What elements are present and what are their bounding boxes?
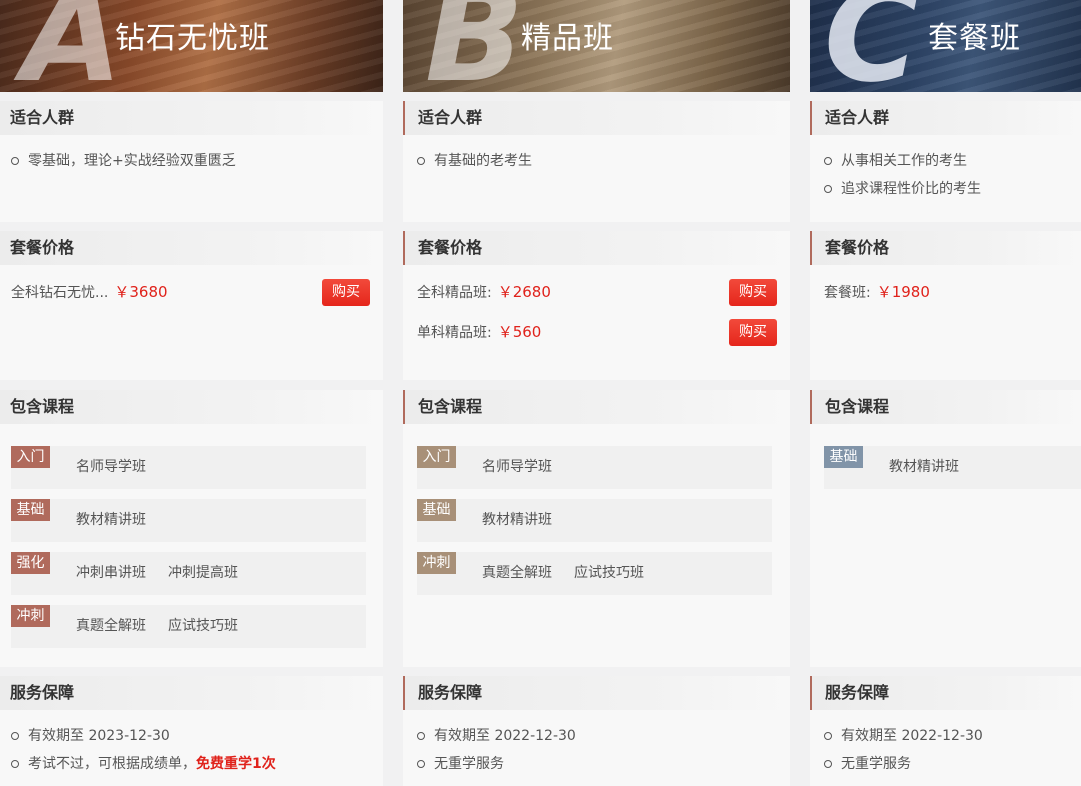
section-heading: 包含课程 [810, 390, 1081, 424]
section-heading: 适合人群 [810, 101, 1081, 135]
buy-button[interactable]: 购买 [729, 319, 777, 346]
audience-item: 有基础的老考生 [417, 147, 790, 175]
course-level-tag: 入门 [11, 446, 50, 468]
package-comparison: A 钻石无忧班 适合人群 零基础，理论+实战经验双重匮乏 套餐价格 全科钻石无忧… [0, 0, 1081, 786]
price-label: 全科精品班: [417, 285, 492, 301]
section-heading: 套餐价格 [810, 231, 1081, 265]
course-row: 入门 名师导学班 [11, 446, 366, 489]
package-banner: A 钻石无忧班 [0, 0, 383, 92]
course-row: 基础 教材精讲班 [11, 499, 366, 542]
price-row: 单科精品班: ￥560 购买 [403, 312, 790, 352]
service-text: 有效期至 2022-12-30 [434, 728, 576, 744]
service-item: 有效期至 2023-12-30 [11, 722, 383, 750]
banner-letter: B [425, 0, 525, 92]
price-row: 套餐班: ￥1980 [810, 272, 1081, 312]
section-heading: 适合人群 [0, 101, 383, 135]
section-heading: 套餐价格 [0, 231, 383, 265]
service-item: 无重学服务 [417, 750, 790, 778]
course-name[interactable]: 名师导学班 [482, 459, 552, 475]
course-row: 基础 教材精讲班 [417, 499, 772, 542]
course-name[interactable]: 教材精讲班 [76, 512, 146, 528]
course-level-tag: 强化 [11, 552, 50, 574]
course-level-tag: 冲刺 [11, 605, 50, 627]
package-title: 钻石无忧班 [115, 21, 270, 56]
service-section: 服务保障 有效期至 2023-12-30 考试不过，可根据成绩单，免费重学1次 [0, 676, 383, 786]
price-row: 全科钻石无忧... ￥3680 购买 [0, 272, 383, 312]
price-label: 单科精品班: [417, 325, 492, 341]
service-highlight: 免费重学1次 [196, 756, 276, 772]
course-level-tag: 基础 [11, 499, 50, 521]
section-heading: 服务保障 [810, 676, 1081, 710]
course-row: 基础 教材精讲班 [824, 446, 1081, 489]
course-level-tag: 冲刺 [417, 552, 456, 574]
service-item: 有效期至 2022-12-30 [824, 722, 1081, 750]
audience-item: 追求课程性价比的考生 [824, 175, 1081, 203]
course-level-tag: 入门 [417, 446, 456, 468]
price-amount: ￥3680 [114, 283, 168, 301]
course-row: 强化 冲刺串讲班 冲刺提高班 [11, 552, 366, 595]
package-column-diamond: A 钻石无忧班 适合人群 零基础，理论+实战经验双重匮乏 套餐价格 全科钻石无忧… [0, 0, 383, 786]
course-name[interactable]: 冲刺提高班 [168, 565, 238, 581]
course-name[interactable]: 应试技巧班 [574, 565, 644, 581]
banner-letter: C [824, 0, 920, 92]
audience-section: 适合人群 有基础的老考生 [403, 101, 790, 222]
package-title: 套餐班 [928, 21, 1021, 56]
price-section: 套餐价格 套餐班: ￥1980 [810, 231, 1081, 380]
section-heading: 服务保障 [0, 676, 383, 710]
section-heading: 包含课程 [403, 390, 790, 424]
audience-section: 适合人群 零基础，理论+实战经验双重匮乏 [0, 101, 383, 222]
section-heading: 包含课程 [0, 390, 383, 424]
service-item: 无重学服务 [824, 750, 1081, 778]
buy-button[interactable]: 购买 [729, 279, 777, 306]
price-amount: ￥1980 [876, 283, 930, 301]
section-heading: 服务保障 [403, 676, 790, 710]
course-section: 包含课程 入门 名师导学班 基础 教材精讲班 冲刺 真题全解班 应试技巧班 [403, 390, 790, 667]
audience-item: 零基础，理论+实战经验双重匮乏 [11, 147, 383, 175]
price-section: 套餐价格 全科钻石无忧... ￥3680 购买 [0, 231, 383, 380]
service-text: 有效期至 2023-12-30 [28, 728, 170, 744]
price-amount: ￥2680 [497, 283, 551, 301]
package-banner: C 套餐班 [810, 0, 1081, 92]
course-section: 包含课程 基础 教材精讲班 [810, 390, 1081, 667]
service-text: 有效期至 2022-12-30 [841, 728, 983, 744]
service-text: 无重学服务 [434, 756, 504, 772]
price-section: 套餐价格 全科精品班: ￥2680 购买 单科精品班: ￥560 购买 [403, 231, 790, 380]
course-name[interactable]: 真题全解班 [482, 565, 552, 581]
course-row: 冲刺 真题全解班 应试技巧班 [11, 605, 366, 648]
service-section: 服务保障 有效期至 2022-12-30 无重学服务 [810, 676, 1081, 786]
banner-letter: A [22, 0, 123, 92]
package-column-premium: B 精品班 适合人群 有基础的老考生 套餐价格 全科精品班: ￥2680 购买 单… [403, 0, 790, 786]
service-item: 有效期至 2022-12-30 [417, 722, 790, 750]
price-label: 套餐班: [824, 285, 871, 301]
audience-section: 适合人群 从事相关工作的考生 追求课程性价比的考生 [810, 101, 1081, 222]
service-item: 考试不过，可根据成绩单，免费重学1次 [11, 750, 383, 778]
section-heading: 套餐价格 [403, 231, 790, 265]
course-level-tag: 基础 [824, 446, 863, 468]
service-section: 服务保障 有效期至 2022-12-30 无重学服务 [403, 676, 790, 786]
course-name[interactable]: 应试技巧班 [168, 618, 238, 634]
course-level-tag: 基础 [417, 499, 456, 521]
course-name[interactable]: 教材精讲班 [482, 512, 552, 528]
course-name[interactable]: 真题全解班 [76, 618, 146, 634]
buy-button[interactable]: 购买 [322, 279, 370, 306]
price-row: 全科精品班: ￥2680 购买 [403, 272, 790, 312]
course-name[interactable]: 教材精讲班 [889, 459, 959, 475]
price-amount: ￥560 [497, 323, 542, 341]
package-column-bundle: C 套餐班 适合人群 从事相关工作的考生 追求课程性价比的考生 套餐价格 套餐班… [810, 0, 1081, 786]
package-title: 精品班 [521, 21, 614, 56]
course-section: 包含课程 入门 名师导学班 基础 教材精讲班 强化 冲刺串讲班 冲刺提高班 冲刺 … [0, 390, 383, 667]
package-banner: B 精品班 [403, 0, 790, 92]
price-label: 全科钻石无忧... [11, 285, 109, 301]
service-text: 无重学服务 [841, 756, 911, 772]
section-heading: 适合人群 [403, 101, 790, 135]
course-name[interactable]: 名师导学班 [76, 459, 146, 475]
course-row: 冲刺 真题全解班 应试技巧班 [417, 552, 772, 595]
course-row: 入门 名师导学班 [417, 446, 772, 489]
course-name[interactable]: 冲刺串讲班 [76, 565, 146, 581]
service-text: 考试不过，可根据成绩单， [28, 756, 196, 772]
audience-item: 从事相关工作的考生 [824, 147, 1081, 175]
